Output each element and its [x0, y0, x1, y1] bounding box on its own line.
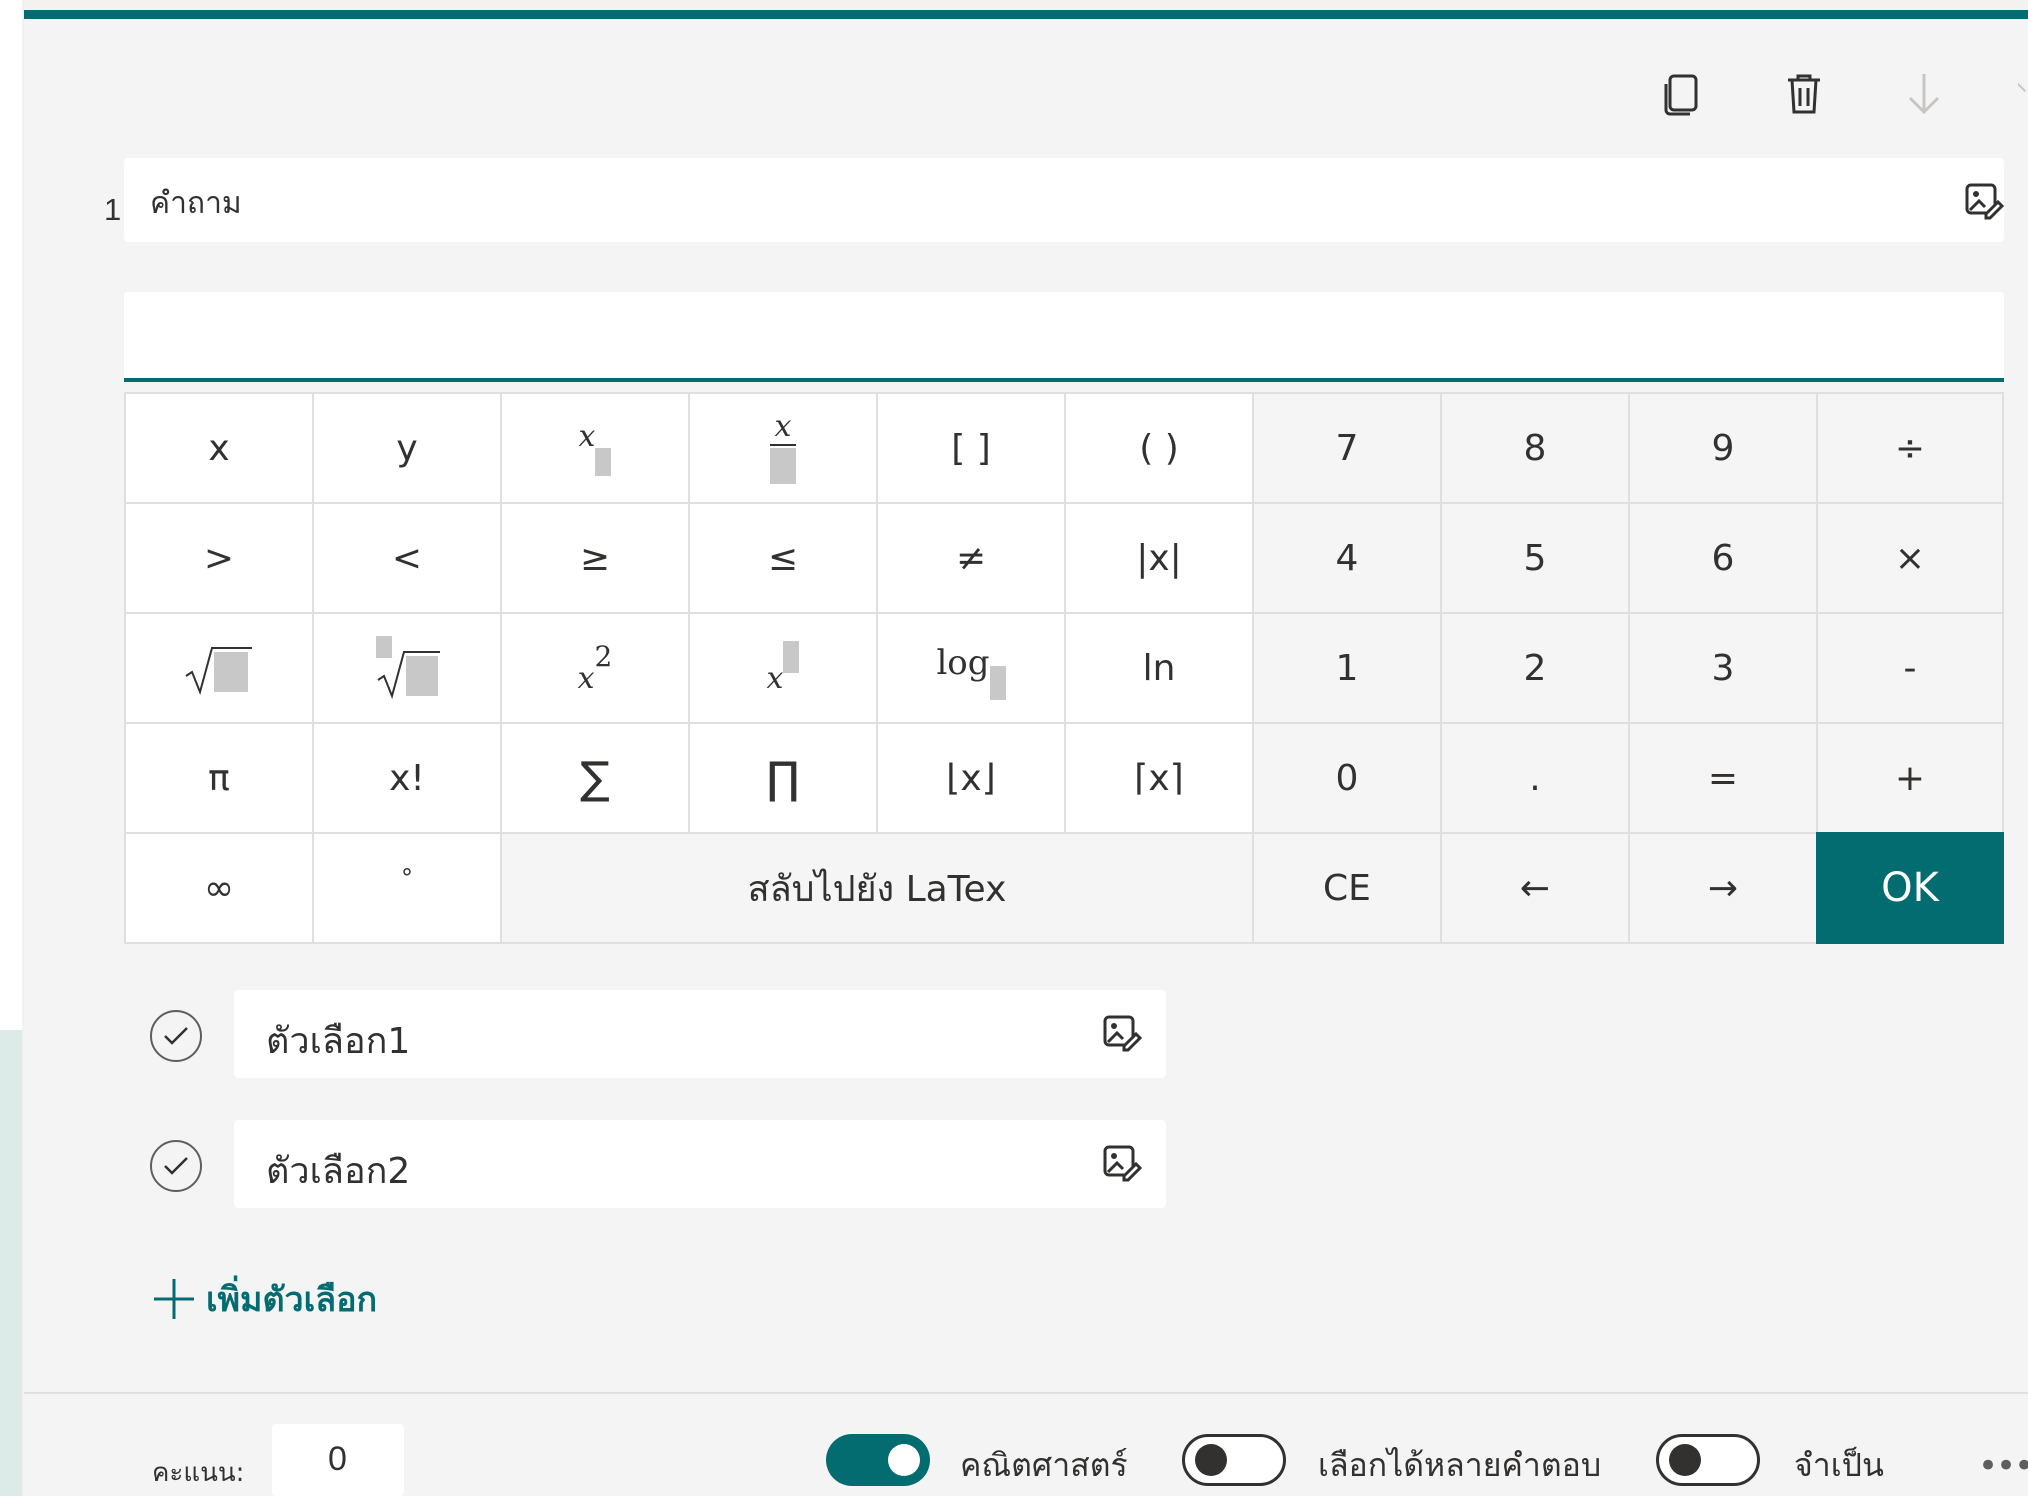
- option-input-2[interactable]: ตัวเลือก2: [234, 1120, 1166, 1208]
- points-value: 0: [328, 1440, 347, 1478]
- add-option-label: เพิ่มตัวเลือก: [206, 1280, 378, 1320]
- log-text: log: [936, 643, 990, 683]
- left-strip-tint: [0, 1030, 22, 1496]
- delete-icon[interactable]: [1778, 68, 1830, 120]
- key-absolute[interactable]: |x|: [1064, 502, 1254, 614]
- key-2[interactable]: 2: [1440, 612, 1630, 724]
- power-base: x: [766, 660, 784, 696]
- key-y[interactable]: y: [312, 392, 502, 504]
- square-exponent: 2: [594, 639, 613, 673]
- more-options-icon[interactable]: •••: [1978, 1446, 2028, 1486]
- key-x[interactable]: x: [124, 392, 314, 504]
- log-base-placeholder: [989, 666, 1006, 700]
- subscript-placeholder: [595, 448, 612, 476]
- key-arrow-left[interactable]: ←: [1440, 832, 1630, 944]
- square-root-icon: [185, 647, 252, 696]
- key-greater-than[interactable]: >: [124, 502, 314, 614]
- key-minus[interactable]: -: [1816, 612, 2004, 724]
- subscript-x: x: [578, 418, 596, 454]
- ok-button[interactable]: OK: [1816, 832, 2004, 944]
- key-9[interactable]: 9: [1628, 392, 1818, 504]
- key-0[interactable]: 0: [1252, 722, 1442, 834]
- math-toggle-label: คณิตศาสตร์: [960, 1446, 1128, 1484]
- key-4[interactable]: 4: [1252, 502, 1442, 614]
- toggle-knob: [888, 1444, 920, 1476]
- key-floor[interactable]: ⌊x⌋: [876, 722, 1066, 834]
- card-accent-bar: [24, 10, 2028, 19]
- key-power[interactable]: x: [688, 612, 878, 724]
- required-toggle-label: จำเป็น: [1794, 1446, 1884, 1484]
- math-toggle[interactable]: [826, 1434, 930, 1486]
- key-product[interactable]: ∏: [688, 722, 878, 834]
- power-exponent-placeholder: [783, 641, 800, 673]
- key-fraction[interactable]: x: [688, 392, 878, 504]
- option-label-2: ตัวเลือก2: [266, 1151, 411, 1192]
- key-subscript[interactable]: x: [500, 392, 690, 504]
- key-equals[interactable]: =: [1628, 722, 1818, 834]
- key-square[interactable]: x2: [500, 612, 690, 724]
- multiple-answers-toggle[interactable]: [1182, 1434, 1286, 1486]
- add-option-button[interactable]: เพิ่มตัวเลือก: [152, 1272, 377, 1326]
- option-input-1[interactable]: ตัวเลือก1: [234, 990, 1166, 1078]
- plus-icon: [154, 1279, 194, 1319]
- key-6[interactable]: 6: [1628, 502, 1818, 614]
- switch-to-latex-button[interactable]: สลับไปยัง LaTex: [500, 832, 1254, 944]
- move-down-icon[interactable]: [1898, 68, 1950, 120]
- square-base: x: [577, 660, 595, 696]
- key-ceiling[interactable]: ⌈x⌉: [1064, 722, 1254, 834]
- key-8[interactable]: 8: [1440, 392, 1630, 504]
- key-square-root[interactable]: [124, 612, 314, 724]
- fraction-numerator: x: [774, 409, 792, 444]
- math-expression-input[interactable]: [124, 292, 2004, 382]
- copy-icon[interactable]: [1656, 68, 1708, 120]
- key-log[interactable]: log: [876, 612, 1066, 724]
- required-toggle[interactable]: [1656, 1434, 1760, 1486]
- fraction-bar: [770, 444, 796, 446]
- correct-answer-check-icon[interactable]: [150, 1010, 202, 1062]
- points-label: คะแนน:: [152, 1458, 245, 1488]
- insert-image-icon[interactable]: [1100, 1010, 1144, 1054]
- key-7[interactable]: 7: [1252, 392, 1442, 504]
- key-sum[interactable]: ∑: [500, 722, 690, 834]
- points-input[interactable]: 0: [272, 1424, 404, 1496]
- key-infinity[interactable]: ∞: [124, 832, 314, 944]
- footer-divider: [24, 1392, 2028, 1394]
- toggle-knob: [1669, 1444, 1701, 1476]
- question-title-input[interactable]: คำถาม: [124, 158, 2004, 242]
- correct-answer-check-icon[interactable]: [150, 1140, 202, 1192]
- key-clear-entry[interactable]: CE: [1252, 832, 1442, 944]
- nth-root-icon: [376, 636, 440, 700]
- key-plus[interactable]: +: [1816, 722, 2004, 834]
- multiple-answers-toggle-label: เลือกได้หลายคำตอบ: [1318, 1446, 1602, 1484]
- key-multiply[interactable]: ×: [1816, 502, 2004, 614]
- key-ln[interactable]: ln: [1064, 612, 1254, 724]
- key-arrow-right[interactable]: →: [1628, 832, 1818, 944]
- key-factorial[interactable]: x!: [312, 722, 502, 834]
- key-less-equal[interactable]: ≤: [688, 502, 878, 614]
- key-5[interactable]: 5: [1440, 502, 1630, 614]
- key-not-equal[interactable]: ≠: [876, 502, 1066, 614]
- key-brackets[interactable]: [ ]: [876, 392, 1066, 504]
- question-title-placeholder: คำถาม: [150, 186, 242, 221]
- insert-image-icon[interactable]: [1100, 1140, 1144, 1184]
- key-degree[interactable]: °: [312, 832, 502, 944]
- key-pi[interactable]: π: [124, 722, 314, 834]
- move-up-icon[interactable]: [2018, 68, 2028, 120]
- key-3[interactable]: 3: [1628, 612, 1818, 724]
- key-divide[interactable]: ÷: [1816, 392, 2004, 504]
- key-decimal[interactable]: .: [1440, 722, 1630, 834]
- key-parentheses[interactable]: ( ): [1064, 392, 1254, 504]
- key-nth-root[interactable]: [312, 612, 502, 724]
- math-keypad: x y x x [ ] ( ) 7 8 9 ÷ > < ≥ ≤ ≠ |x| 4 …: [124, 392, 2004, 944]
- left-strip: [0, 0, 22, 1496]
- option-label-1: ตัวเลือก1: [266, 1021, 411, 1062]
- key-greater-equal[interactable]: ≥: [500, 502, 690, 614]
- insert-image-icon[interactable]: [1964, 178, 2004, 222]
- key-1[interactable]: 1: [1252, 612, 1442, 724]
- toggle-knob: [1195, 1444, 1227, 1476]
- fraction-denominator-placeholder: [770, 448, 796, 484]
- key-less-than[interactable]: <: [312, 502, 502, 614]
